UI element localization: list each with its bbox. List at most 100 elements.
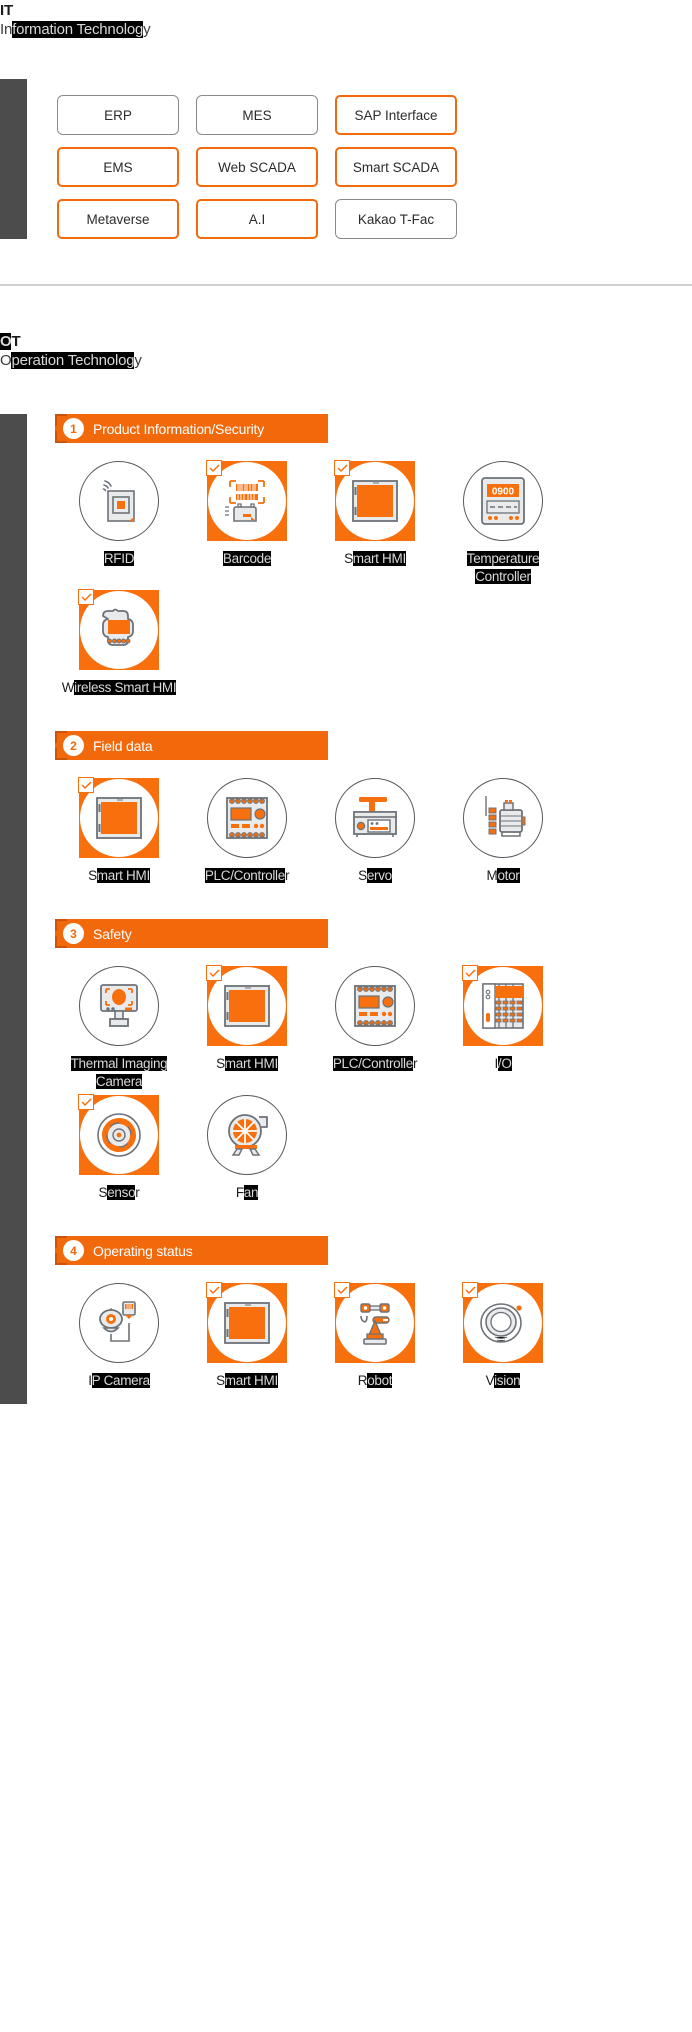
svg-text:0900: 0900 — [492, 487, 515, 498]
ot-item-icon-box[interactable] — [207, 778, 287, 858]
ot-abbreviation: OT — [0, 333, 21, 350]
it-chip[interactable]: Web SCADA — [196, 147, 318, 187]
category-title: Product Information/Security — [93, 420, 265, 437]
ot-item[interactable]: PLC/Controller — [183, 778, 311, 885]
ot-item-icon-box[interactable] — [462, 965, 543, 1046]
ot-item[interactable]: I/O — [439, 965, 567, 1091]
category-spacer — [55, 1202, 692, 1236]
ot-item[interactable]: Robot — [311, 1282, 439, 1390]
ot-item-icon-box[interactable] — [79, 1283, 159, 1363]
category-title: Operating status — [93, 1242, 193, 1259]
it-chip[interactable]: Metaverse — [57, 199, 179, 239]
check-icon[interactable] — [462, 965, 478, 981]
ot-item-label: Fan — [235, 1185, 259, 1200]
it-left-accent-bar — [0, 79, 27, 239]
category-corner-bottom — [55, 1253, 67, 1265]
ot-item[interactable]: Motor — [439, 778, 567, 885]
ot-item-icon-box[interactable] — [206, 965, 287, 1046]
check-icon[interactable] — [78, 589, 94, 605]
ot-item[interactable]: RFID — [55, 461, 183, 586]
ot-item-icon-box[interactable] — [78, 1094, 159, 1175]
it-subtitle: Information Technology — [0, 19, 692, 41]
ot-left-accent-bar — [0, 414, 27, 1404]
ot-item[interactable]: Smart HMI — [183, 1282, 311, 1390]
ot-item-grid: IP Camera Smart HMI Robot Vision — [55, 1282, 692, 1390]
it-section: ERP MES SAP Interface EMS Web SCADA Smart SCA… — [0, 79, 692, 239]
ot-item-icon-box[interactable] — [334, 460, 415, 541]
ot-item-icon-box[interactable] — [206, 460, 287, 541]
ot-item[interactable]: PLC/Controller — [311, 966, 439, 1091]
ot-item-icon-box[interactable] — [335, 966, 415, 1046]
ot-category-header[interactable]: 2 Field data — [55, 731, 328, 760]
ot-item[interactable]: Smart HMI — [311, 460, 439, 586]
it-chip-label: ERP — [104, 107, 132, 123]
ot-item-label: Sensor — [98, 1185, 140, 1200]
it-chip-label: MES — [242, 107, 272, 123]
ot-item[interactable]: Servo — [311, 778, 439, 885]
it-chip-label: EMS — [103, 159, 133, 175]
ot-item[interactable]: Barcode — [183, 460, 311, 586]
ot-category-header[interactable]: 1 Product Information/Security — [55, 414, 328, 443]
category-title: Safety — [93, 925, 132, 942]
ot-item[interactable]: 0900 Temperature Controller — [439, 461, 567, 586]
it-chip-label: Kakao T-Fac — [357, 211, 435, 227]
check-icon[interactable] — [206, 1282, 222, 1298]
ot-item-icon-box[interactable] — [335, 778, 415, 858]
ot-item[interactable]: Fan — [183, 1095, 311, 1202]
it-chip-label: Metaverse — [86, 211, 150, 227]
ot-item-icon-box[interactable] — [463, 778, 543, 858]
check-icon[interactable] — [462, 1282, 478, 1298]
ot-section-heading: OT Operation Technology — [0, 331, 692, 372]
ot-item[interactable]: IP Camera — [55, 1283, 183, 1390]
ot-item-label: Smart HMI — [88, 868, 150, 883]
check-icon[interactable] — [78, 777, 94, 793]
ot-item-icon-box[interactable] — [207, 1095, 287, 1175]
ot-abbreviation-selected: O — [0, 333, 12, 350]
ot-item-icon-box[interactable] — [79, 461, 159, 541]
it-chip[interactable]: SAP Interface — [335, 95, 457, 135]
section-divider — [0, 284, 692, 286]
ot-item-icon-box[interactable] — [79, 966, 159, 1046]
it-chip[interactable]: Smart SCADA — [335, 147, 457, 187]
ot-item-icon-box[interactable] — [78, 589, 159, 670]
ot-category-header[interactable]: 3 Safety — [55, 919, 328, 948]
it-chip[interactable]: ERP — [57, 95, 179, 135]
check-icon[interactable] — [334, 460, 350, 476]
ot-item-label: RFID — [103, 551, 135, 566]
check-icon[interactable] — [78, 1094, 94, 1110]
ot-item-label: IP Camera — [88, 1373, 150, 1388]
ot-item-icon-box[interactable] — [206, 1282, 287, 1363]
ot-item[interactable]: Smart HMI — [55, 777, 183, 885]
it-chip[interactable]: Kakao T-Fac — [335, 199, 457, 239]
ot-item[interactable]: Thermal Imaging Camera — [55, 966, 183, 1091]
check-icon[interactable] — [206, 460, 222, 476]
category-corner-bottom — [55, 431, 67, 443]
rfid-icon — [79, 461, 159, 541]
it-abbreviation: IT — [0, 2, 13, 19]
it-chip[interactable]: MES — [196, 95, 318, 135]
plc-controller-icon — [335, 966, 415, 1046]
ot-item[interactable]: Vision — [439, 1282, 567, 1390]
ot-item-icon-box[interactable] — [78, 777, 159, 858]
ot-item-icon-box[interactable] — [462, 1282, 543, 1363]
category-corner-top — [55, 919, 67, 931]
ot-item-icon-box[interactable] — [334, 1282, 415, 1363]
it-chip[interactable]: A.I — [196, 199, 318, 239]
category-corner-bottom — [55, 936, 67, 948]
ot-item[interactable]: Smart HMI — [183, 965, 311, 1091]
it-chip[interactable]: EMS — [57, 147, 179, 187]
plc-controller-icon — [207, 778, 287, 858]
fan-icon — [207, 1095, 287, 1175]
check-icon[interactable] — [206, 965, 222, 981]
it-section-heading: IT Information Technology — [0, 0, 692, 41]
it-subtitle-suffix: y — [143, 21, 151, 38]
ot-category-header[interactable]: 4 Operating status — [55, 1236, 328, 1265]
ot-item[interactable]: Sensor — [55, 1094, 183, 1202]
ot-item[interactable]: Wireless Smart HMI — [55, 589, 183, 697]
it-chip-label: SAP Interface — [354, 107, 438, 123]
ot-item-label: Motor — [486, 868, 520, 883]
check-icon[interactable] — [334, 1282, 350, 1298]
ot-item-label: Smart HMI — [216, 1373, 278, 1388]
ot-item-icon-box[interactable]: 0900 — [463, 461, 543, 541]
it-chip-grid: ERP MES SAP Interface EMS Web SCADA Smart SCA… — [57, 79, 692, 239]
